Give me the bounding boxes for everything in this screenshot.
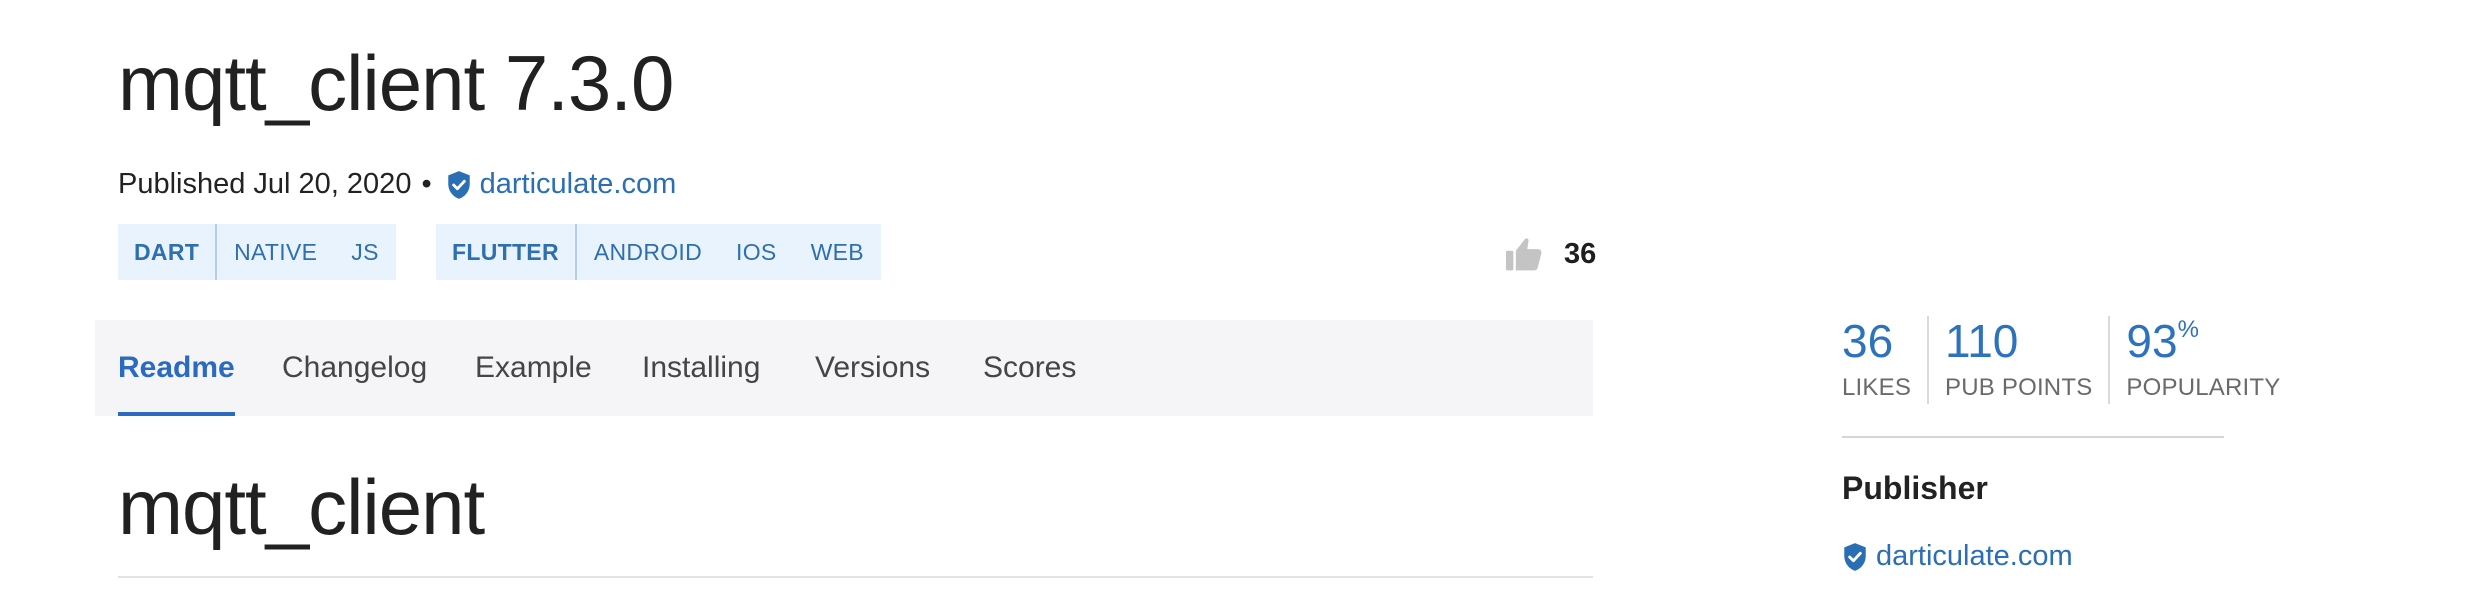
- tab-label: Example: [475, 351, 592, 384]
- publisher-name: darticulate.com: [1876, 540, 2073, 572]
- tab-label: Changelog: [282, 351, 428, 384]
- stat-pub-points[interactable]: 110 PUB POINTS: [1927, 316, 2108, 404]
- publisher-heading: Publisher: [1842, 470, 1988, 506]
- sdk-tag-group-flutter: FLUTTER ANDROID IOS WEB: [436, 224, 881, 280]
- tab-scores[interactable]: Scores: [983, 320, 1076, 416]
- package-title: mqtt_client 7.3.0: [118, 39, 674, 127]
- heading-divider: [118, 576, 1593, 578]
- readme-heading: mqtt_client: [118, 463, 485, 551]
- sidebar-divider: [1842, 436, 2224, 438]
- tag-web[interactable]: WEB: [794, 224, 881, 280]
- tag-native[interactable]: NATIVE: [217, 224, 334, 280]
- stat-likes[interactable]: 36 LIKES: [1842, 316, 1927, 404]
- tag-js[interactable]: JS: [334, 224, 395, 280]
- stat-popularity[interactable]: 93% POPULARITY: [2108, 316, 2296, 404]
- sdk-tag-group-dart: DART NATIVE JS: [118, 224, 396, 280]
- package-tabs: Readme Changelog Example Installing Vers…: [95, 320, 1593, 416]
- stat-value: 36: [1842, 315, 1894, 367]
- stat-label: POPULARITY: [2126, 374, 2281, 401]
- active-tab-indicator: [118, 412, 235, 416]
- meta-separator: •: [421, 168, 432, 200]
- like-button[interactable]: 36: [1504, 236, 1596, 272]
- package-meta: Published Jul 20, 2020 • darticulate.com: [118, 168, 676, 201]
- verified-publisher-icon: [1844, 542, 1866, 571]
- tab-label: Scores: [983, 351, 1077, 384]
- stat-value: 110: [1945, 315, 2019, 367]
- tag-dart[interactable]: DART: [118, 224, 218, 280]
- tab-changelog[interactable]: Changelog: [282, 320, 427, 416]
- thumbs-up-icon: [1506, 238, 1542, 271]
- tab-label: Versions: [815, 351, 931, 384]
- tab-installing[interactable]: Installing: [642, 320, 760, 416]
- stat-label: PUB POINTS: [1945, 374, 2093, 401]
- tab-versions[interactable]: Versions: [815, 320, 930, 416]
- sidebar-publisher-link[interactable]: darticulate.com: [1842, 540, 2073, 573]
- stat-label: LIKES: [1842, 374, 1912, 401]
- tab-label: Readme: [118, 351, 235, 384]
- published-date: Published Jul 20, 2020: [118, 168, 412, 200]
- tab-label: Installing: [642, 351, 761, 384]
- package-stats: 36 LIKES 110 PUB POINTS 93% POPULARITY: [1842, 316, 2296, 404]
- tag-android[interactable]: ANDROID: [577, 224, 719, 280]
- tag-ios[interactable]: IOS: [719, 224, 794, 280]
- likes-count: 36: [1564, 237, 1597, 270]
- tab-example[interactable]: Example: [475, 320, 592, 416]
- verified-publisher-icon: [447, 170, 470, 199]
- stat-value: 93%: [2126, 315, 2199, 367]
- publisher-link[interactable]: darticulate.com: [480, 168, 677, 201]
- tag-flutter[interactable]: FLUTTER: [436, 224, 577, 280]
- tab-readme[interactable]: Readme: [118, 320, 235, 416]
